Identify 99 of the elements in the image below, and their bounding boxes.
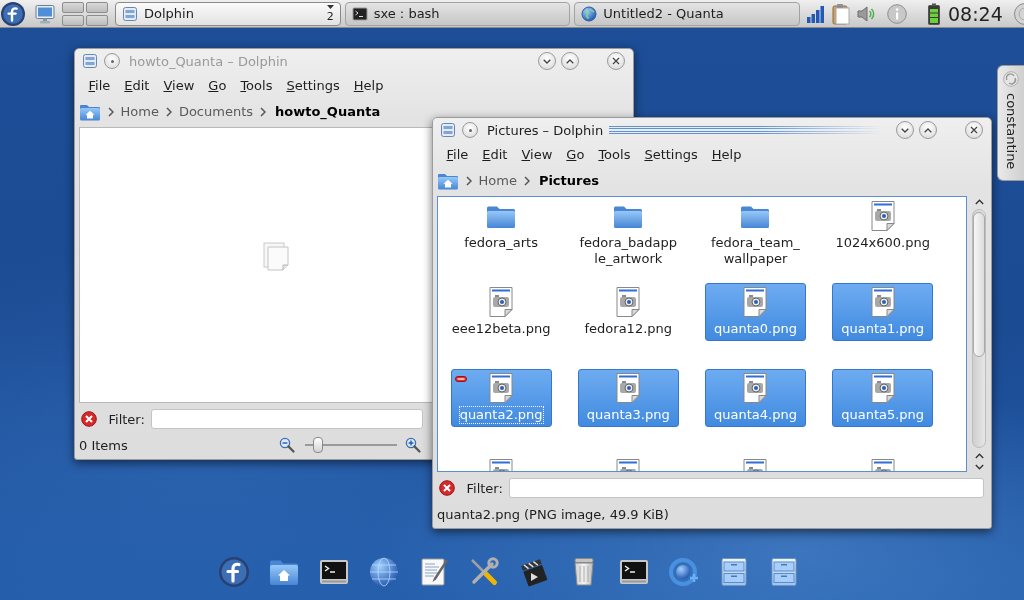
- pager-desktop[interactable]: [86, 1, 108, 13]
- pager-desktop[interactable]: [86, 14, 108, 26]
- scrollbar-thumb[interactable]: [973, 212, 985, 357]
- swirl-icon: [1003, 71, 1019, 87]
- minimize-button[interactable]: [537, 52, 556, 70]
- text-editor-icon[interactable]: [418, 556, 450, 588]
- chevron-up-icon: [923, 127, 932, 133]
- filter-label: Filter:: [108, 411, 145, 427]
- home-folder-icon[interactable]: [78, 102, 101, 121]
- menu-item[interactable]: Help: [704, 147, 749, 162]
- folder-item[interactable]: fedora_arts: [450, 197, 552, 255]
- user-tab[interactable]: constantine: [997, 65, 1024, 181]
- all-desktops-button[interactable]: [104, 53, 120, 69]
- menu-item[interactable]: Help: [346, 78, 391, 93]
- breadcrumb-item[interactable]: howto_Quanta: [275, 104, 381, 119]
- close-button[interactable]: [607, 52, 625, 70]
- menu-item[interactable]: Tools: [233, 78, 280, 93]
- scrollbar-track[interactable]: [970, 196, 988, 472]
- image-item[interactable]: 1024x600.png: [832, 197, 934, 255]
- cabinet-icon[interactable]: [439, 122, 456, 138]
- chevron-right-icon: [523, 175, 530, 186]
- menu-item[interactable]: File: [439, 147, 476, 162]
- taskbar-button[interactable]: Untitled2 - Quanta: [574, 1, 800, 26]
- chevron-up-icon[interactable]: [974, 199, 984, 205]
- chevron-up-icon[interactable]: [974, 453, 984, 459]
- clear-icon[interactable]: [439, 480, 455, 496]
- battery-icon[interactable]: [928, 2, 940, 25]
- pager-desktop[interactable]: [62, 1, 84, 13]
- monitor-icon[interactable]: [35, 3, 55, 24]
- chevron-right-icon: [260, 106, 266, 117]
- chevron-up-icon: [565, 58, 574, 64]
- menu-item[interactable]: File: [81, 78, 118, 93]
- filter-label: Filter:: [466, 480, 503, 496]
- x-icon: [970, 126, 978, 134]
- zoom-in-icon[interactable]: [405, 437, 421, 453]
- folder-item[interactable]: fedora_badapple_artwork: [577, 197, 679, 271]
- chevron-right-icon: [465, 175, 472, 186]
- menu-item[interactable]: View: [156, 78, 202, 93]
- info-icon[interactable]: [887, 3, 907, 24]
- window-title: howto_Quanta – Dolphin: [129, 53, 288, 69]
- image-item[interactable]: eee12beta.png: [450, 283, 552, 341]
- filter-field[interactable]: [508, 478, 984, 498]
- signal-bars-icon[interactable]: [806, 3, 826, 24]
- terminal-icon: [351, 5, 368, 22]
- breadcrumb-item[interactable]: Home: [478, 173, 517, 188]
- clock[interactable]: 08:24: [948, 2, 1003, 25]
- taskbar-button[interactable]: sxe : bash: [344, 1, 571, 26]
- home-folder-icon[interactable]: [436, 171, 459, 190]
- globe-plus-icon[interactable]: [668, 556, 700, 588]
- minus-icon[interactable]: [454, 376, 467, 382]
- clear-icon[interactable]: [81, 411, 97, 427]
- maximize-button[interactable]: [560, 52, 579, 70]
- menu-item[interactable]: Go: [559, 147, 592, 162]
- minimize-button[interactable]: [895, 121, 914, 139]
- window-title: Pictures – Dolphin: [487, 122, 604, 138]
- filter-field[interactable]: [150, 409, 423, 429]
- launcher-icon[interactable]: [1, 1, 25, 26]
- status-text: 0 Items: [79, 437, 128, 453]
- close-button[interactable]: [965, 121, 983, 139]
- chevron-down-icon: [900, 127, 909, 133]
- clapperboard-icon[interactable]: [518, 556, 550, 588]
- chevron-down-icon: [542, 58, 551, 64]
- slider-thumb[interactable]: [313, 437, 324, 453]
- maximize-button[interactable]: [918, 121, 937, 139]
- breadcrumb-item[interactable]: Pictures: [538, 173, 599, 188]
- breadcrumb-item[interactable]: Documents: [178, 104, 253, 119]
- chevron-right-icon: [165, 106, 172, 117]
- dot-icon: [468, 128, 472, 132]
- speaker-icon[interactable]: [856, 3, 876, 24]
- tools-icon[interactable]: [468, 556, 500, 588]
- cabinet-icon[interactable]: [81, 53, 98, 69]
- dot-icon: [110, 59, 114, 63]
- menu-item[interactable]: Edit: [117, 78, 157, 93]
- pager-desktop[interactable]: [62, 14, 84, 26]
- chevron-down-icon[interactable]: [974, 464, 984, 470]
- globe-icon[interactable]: [368, 556, 400, 588]
- menu-item[interactable]: View: [514, 147, 560, 162]
- all-desktops-button[interactable]: [462, 122, 478, 138]
- x-icon: [612, 57, 620, 65]
- taskbar-button[interactable]: Dolphin 2: [115, 1, 341, 26]
- menu-item[interactable]: Settings: [637, 147, 705, 162]
- menu-item[interactable]: Go: [201, 78, 234, 93]
- folder-item[interactable]: fedora_team_wallpaper: [704, 197, 807, 271]
- breadcrumb-item[interactable]: Home: [120, 104, 159, 119]
- cabinet-icon: [122, 5, 138, 22]
- clipboard-icon[interactable]: [831, 2, 851, 25]
- chevron-right-icon: [107, 106, 114, 117]
- globe-icon: [581, 5, 598, 22]
- zoom-out-icon[interactable]: [279, 437, 295, 453]
- image-item[interactable]: fedora12.png: [577, 283, 679, 341]
- menu-item[interactable]: Tools: [591, 147, 638, 162]
- cabinet-icon[interactable]: [718, 556, 750, 588]
- menu-item[interactable]: Settings: [279, 78, 347, 93]
- triangle-down-icon: [326, 5, 334, 9]
- window-count: 2: [326, 11, 334, 22]
- cabinet-icon[interactable]: [768, 556, 800, 588]
- menu-item[interactable]: Edit: [475, 147, 515, 162]
- logo-icon[interactable]: [218, 556, 250, 588]
- status-text: quanta2.png (PNG image, 49.9 KiB): [437, 506, 669, 522]
